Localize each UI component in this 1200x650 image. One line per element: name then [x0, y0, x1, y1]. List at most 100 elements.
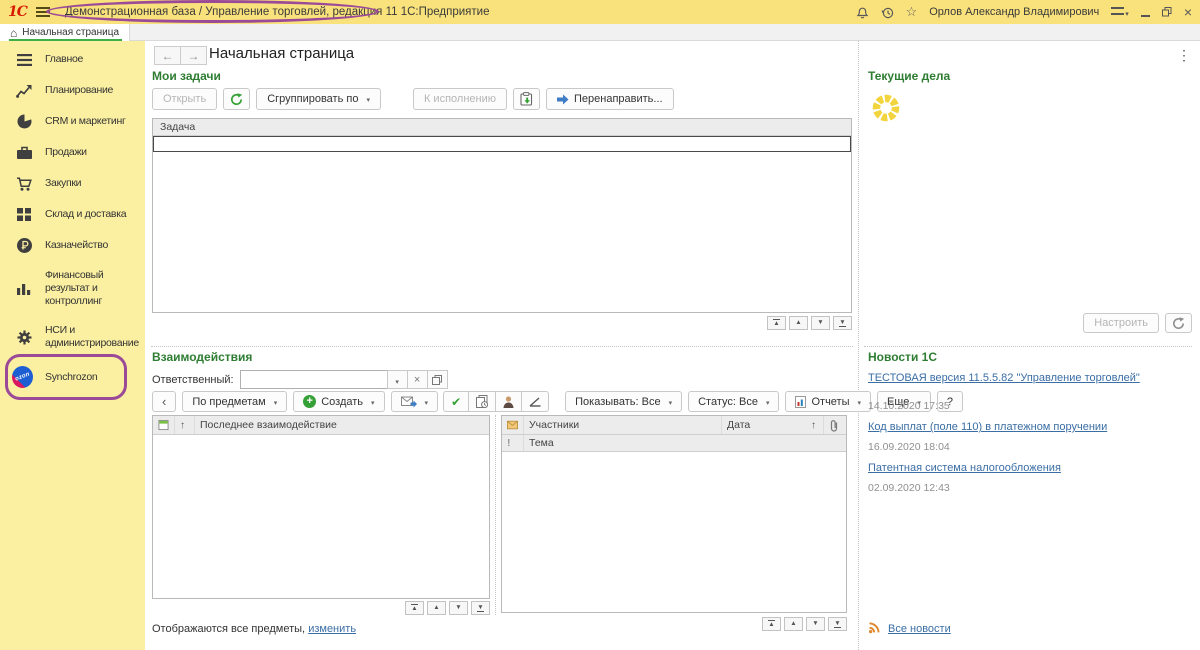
- loading-spinner-icon: [872, 94, 900, 125]
- postpone-document-button[interactable]: [468, 391, 496, 412]
- go-first-button[interactable]: [762, 617, 781, 631]
- go-next-button[interactable]: [811, 316, 830, 330]
- mail-arrow-icon: [401, 396, 417, 408]
- sidebar-item-financial-result[interactable]: Финансовый результат и контроллинг: [0, 261, 145, 316]
- pie-chart-icon: [15, 114, 33, 129]
- reports-button[interactable]: Отчеты: [785, 391, 871, 412]
- tables-separator: [495, 415, 496, 615]
- create-button[interactable]: Создать: [293, 391, 384, 412]
- ruble-coin-icon: [15, 238, 33, 253]
- contact-person-button[interactable]: [495, 391, 522, 412]
- responsible-input[interactable]: [240, 370, 388, 389]
- sidebar-item-planning[interactable]: Планирование: [0, 75, 145, 106]
- responsible-clear-icon[interactable]: [407, 370, 428, 389]
- show-filter-button[interactable]: Показывать: Все: [565, 391, 682, 412]
- forward-task-button[interactable]: [513, 88, 540, 110]
- all-news-row: Все новости: [868, 621, 951, 637]
- home-icon: [10, 26, 17, 40]
- favorites-star-icon[interactable]: [906, 4, 918, 20]
- main-menu-icon[interactable]: [36, 7, 50, 17]
- sidebar-item-purchases[interactable]: Закупки: [0, 168, 145, 199]
- sidebar-item-synchrozon[interactable]: ozon Synchrozon: [0, 358, 145, 396]
- responsible-dropdown-icon[interactable]: [387, 370, 408, 389]
- collapse-button[interactable]: [152, 391, 176, 412]
- create-based-on-button[interactable]: [391, 391, 439, 412]
- go-last-button[interactable]: [828, 617, 847, 631]
- news-link[interactable]: Патентная система налогообложения: [868, 462, 1186, 474]
- clipboard-arrow-icon: [520, 92, 533, 106]
- responsible-open-icon[interactable]: [427, 370, 448, 389]
- envelope-icon[interactable]: [502, 416, 524, 434]
- redirect-button[interactable]: Перенаправить...: [546, 88, 674, 110]
- sidebar-item-crm[interactable]: CRM и маркетинг: [0, 106, 145, 137]
- note-icon[interactable]: [153, 416, 175, 434]
- go-first-button[interactable]: [405, 601, 424, 615]
- sort-ascending-icon[interactable]: [175, 416, 195, 434]
- news-date: 16.09.2020 18:04: [868, 441, 1186, 453]
- person-icon: [503, 396, 514, 408]
- page-menu-kebab-icon[interactable]: [1177, 47, 1191, 64]
- importance-icon[interactable]: [502, 435, 524, 451]
- refresh-tasks-button[interactable]: [223, 88, 250, 110]
- sidebar-item-sales[interactable]: Продажи: [0, 137, 145, 168]
- go-prev-button[interactable]: [789, 316, 808, 330]
- by-subjects-button[interactable]: По предметам: [182, 391, 287, 412]
- tab-home-page[interactable]: Начальная страница: [0, 24, 130, 41]
- sidebar-item-warehouse[interactable]: Склад и доставка: [0, 199, 145, 230]
- news-link[interactable]: Код выплат (поле 110) в платежном поруче…: [868, 421, 1186, 433]
- status-filter-button[interactable]: Статус: Все: [688, 391, 779, 412]
- reviewed-check-button[interactable]: [443, 391, 469, 412]
- go-first-button[interactable]: [767, 316, 786, 330]
- responsible-label: Ответственный:: [152, 374, 234, 386]
- restore-window-icon[interactable]: [1162, 7, 1172, 17]
- date-column-header[interactable]: Дата: [722, 416, 806, 434]
- interactions-left-table-nav: [402, 601, 490, 615]
- paperclip-icon[interactable]: [824, 416, 846, 434]
- go-last-button[interactable]: [833, 316, 852, 330]
- rss-icon: [868, 621, 881, 637]
- angle-button[interactable]: [521, 391, 549, 412]
- interactions-right-table[interactable]: Участники Дата Тема: [501, 415, 847, 613]
- notifications-bell-icon[interactable]: [856, 6, 869, 19]
- participants-column-header[interactable]: Участники: [524, 416, 722, 434]
- history-icon[interactable]: [881, 6, 894, 19]
- responsible-row: Ответственный:: [152, 370, 448, 389]
- go-next-button[interactable]: [449, 601, 468, 615]
- document-clock-icon: [476, 395, 488, 408]
- all-news-link[interactable]: Все новости: [888, 623, 951, 635]
- topic-column-header[interactable]: Тема: [524, 435, 846, 451]
- subjects-footer: Отображаются все предметы, изменить: [152, 623, 356, 635]
- refresh-icon: [1172, 317, 1185, 330]
- sidebar-item-nsi-admin[interactable]: НСИ и администрирование: [0, 316, 145, 358]
- to-execution-button[interactable]: К исполнению: [413, 88, 507, 110]
- go-prev-button[interactable]: [427, 601, 446, 615]
- gear-icon: [15, 330, 33, 345]
- tasks-current-row[interactable]: [153, 136, 851, 152]
- last-interaction-column-header[interactable]: Последнее взаимодействие: [195, 416, 489, 434]
- change-subjects-link[interactable]: изменить: [308, 623, 356, 635]
- interactions-left-table[interactable]: Последнее взаимодействие: [152, 415, 490, 599]
- sidebar-item-main[interactable]: Главное: [0, 44, 145, 75]
- interaction-actions-group: [444, 391, 549, 412]
- user-settings-icon[interactable]: [1111, 3, 1129, 21]
- forward-button[interactable]: [180, 46, 207, 65]
- news-date: 02.09.2020 12:43: [868, 482, 1186, 494]
- close-window-icon[interactable]: [1184, 4, 1192, 20]
- go-prev-button[interactable]: [784, 617, 803, 631]
- refresh-current-affairs-button[interactable]: [1165, 313, 1192, 333]
- sort-ascending-icon[interactable]: [806, 416, 824, 434]
- tasks-column-header[interactable]: Задача: [153, 119, 851, 136]
- tab-bar: Начальная страница: [0, 24, 1200, 41]
- minimize-window-icon[interactable]: [1141, 8, 1150, 17]
- go-next-button[interactable]: [806, 617, 825, 631]
- news-link[interactable]: ТЕСТОВАЯ версия 11.5.5.82 "Управление то…: [868, 372, 1186, 384]
- go-last-button[interactable]: [471, 601, 490, 615]
- sidebar-item-treasury[interactable]: Казначейство: [0, 230, 145, 261]
- configure-button[interactable]: Настроить: [1083, 313, 1159, 333]
- open-task-button[interactable]: Открыть: [152, 88, 217, 110]
- tasks-table[interactable]: Задача: [152, 118, 852, 313]
- current-user[interactable]: Орлов Александр Владимирович: [929, 6, 1099, 18]
- angle-icon: [529, 397, 541, 407]
- group-by-button[interactable]: Сгруппировать по: [256, 88, 381, 110]
- back-button[interactable]: [154, 46, 181, 65]
